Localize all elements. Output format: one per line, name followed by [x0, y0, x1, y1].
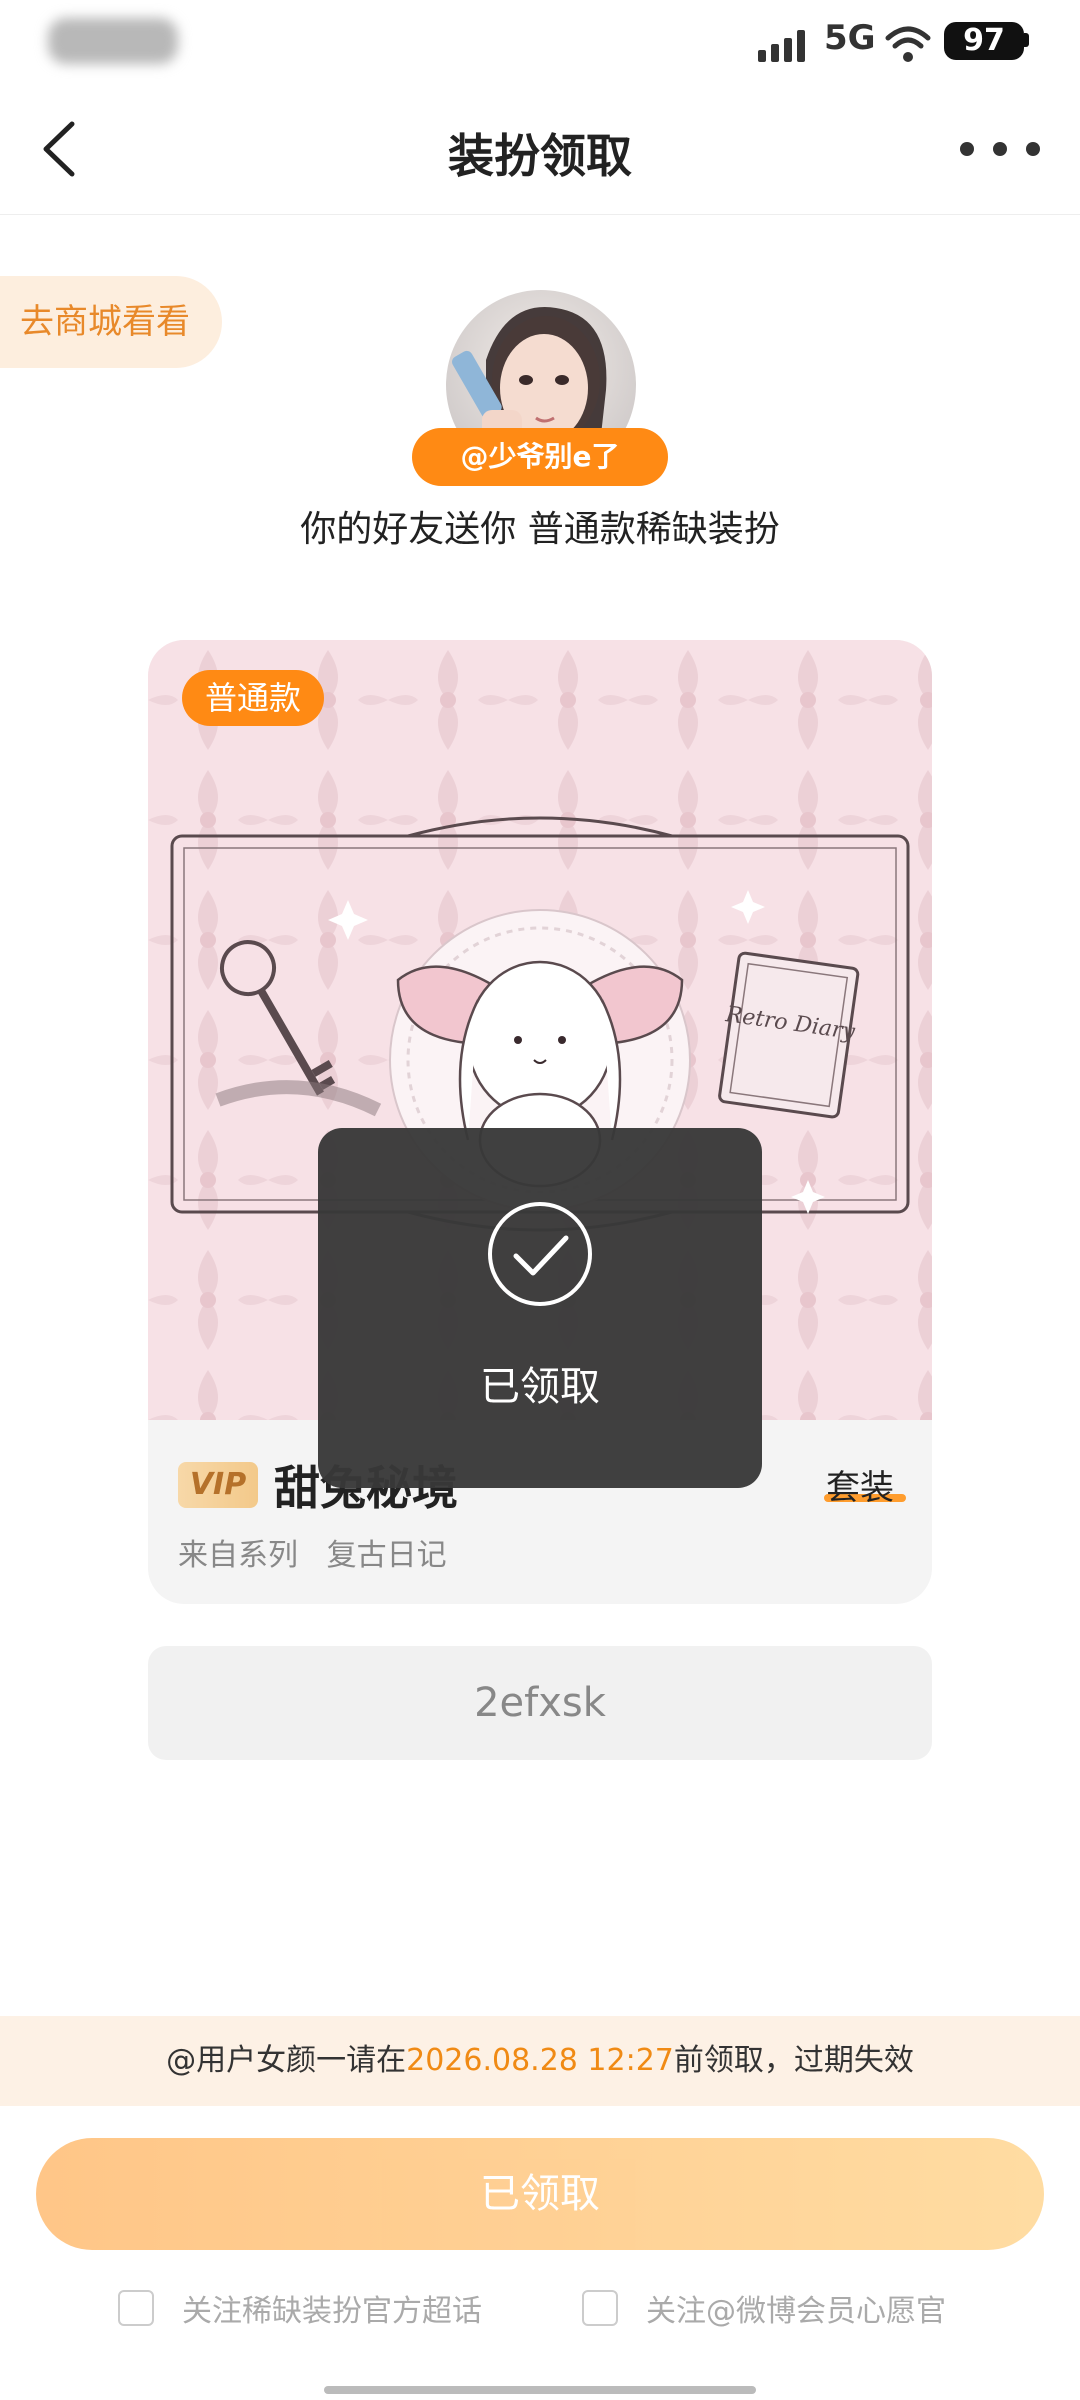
redeem-code-field[interactable]: 2efxsk [148, 1646, 932, 1760]
dot-icon [993, 142, 1007, 156]
status-bar: 5G 97 [0, 0, 1080, 84]
follow-account-option[interactable]: 关注@微博会员心愿官 [582, 2286, 946, 2330]
follow-topic-option[interactable]: 关注稀缺装扮官方超话 [118, 2286, 482, 2330]
item-type-label: 套装 [826, 1468, 894, 1508]
tier-badge: 普通款 [182, 670, 324, 726]
follow-topic-checkbox[interactable] [118, 2290, 154, 2326]
claim-button[interactable]: 已领取 [36, 2138, 1044, 2250]
signal-icon [758, 26, 814, 62]
vip-badge: VIP [178, 1462, 258, 1508]
page-title: 装扮领取 [448, 129, 632, 183]
toast-message: 已领取 [480, 1364, 600, 1410]
series-name[interactable]: 复古日记 [327, 1538, 447, 1573]
network-type: 5G [824, 18, 876, 58]
home-indicator[interactable] [324, 2386, 756, 2394]
notice-prefix: @用户女颜一请在 [166, 2043, 407, 2078]
notice-deadline: 2026.08.28 12:27 [406, 2043, 674, 2078]
battery-indicator: 97 [944, 22, 1024, 60]
wifi-icon [885, 26, 931, 62]
status-time-blurred [48, 18, 178, 64]
series-info: 来自系列 复古日记 [178, 1530, 447, 1574]
sender-name-badge[interactable]: @少爷别e了 [412, 428, 668, 486]
follow-account-checkbox[interactable] [582, 2290, 618, 2326]
dot-icon [960, 142, 974, 156]
check-circle-icon [488, 1202, 592, 1306]
more-options-button[interactable] [960, 124, 1040, 174]
gift-message: 你的好友送你 普通款稀缺装扮 [300, 509, 780, 550]
notice-suffix: 前领取，过期失效 [673, 2043, 914, 2078]
claimed-toast: 已领取 [318, 1128, 762, 1488]
go-to-shop-button[interactable]: 去商城看看 [0, 276, 222, 368]
follow-topic-label: 关注稀缺装扮官方超话 [182, 2294, 482, 2329]
deadline-notice: @用户女颜一请在2026.08.28 12:27前领取，过期失效 [0, 2016, 1080, 2106]
series-label: 来自系列 [178, 1538, 298, 1573]
follow-account-label: 关注@微博会员心愿官 [646, 2294, 946, 2329]
dot-icon [1026, 142, 1040, 156]
battery-tip [1024, 33, 1029, 47]
navigation-bar: 装扮领取 [0, 84, 1080, 215]
